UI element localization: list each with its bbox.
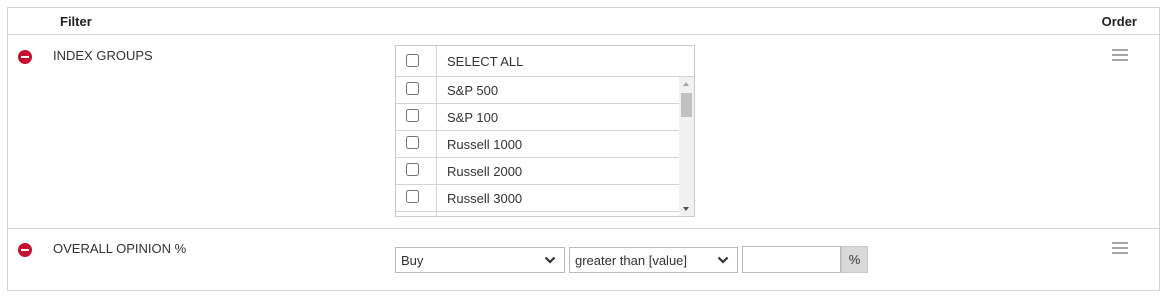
list-scrollbar[interactable] (679, 77, 694, 216)
scroll-thumb[interactable] (681, 93, 692, 117)
chevron-down-icon (717, 256, 729, 264)
checkbox-cell (396, 131, 437, 157)
scroll-up-arrow-icon[interactable] (679, 77, 694, 91)
checkbox-cell (396, 46, 437, 76)
option-checkbox[interactable] (406, 136, 419, 149)
filter-label: INDEX GROUPS (53, 48, 153, 63)
value-input[interactable] (742, 246, 841, 273)
chevron-down-icon (544, 256, 556, 264)
select-all-checkbox[interactable] (406, 54, 419, 67)
operator-selected-value: greater than [value] (575, 253, 688, 268)
option-label: Russell 3000 (447, 191, 523, 206)
list-item-partial (396, 212, 679, 216)
list-item[interactable]: S&P 100 (396, 104, 679, 131)
index-groups-listbox: SELECT ALL S&P 500 S&P 100 Russell 1000 … (395, 45, 695, 217)
option-checkbox[interactable] (406, 163, 419, 176)
filter-column-header: Filter (60, 14, 92, 29)
screener-filter-table: Filter Order INDEX GROUPS SELECT ALL S&P… (7, 7, 1160, 291)
drag-handle-icon[interactable] (1112, 242, 1128, 254)
operator-select[interactable]: greater than [value] (569, 247, 738, 273)
drag-handle-icon[interactable] (1112, 49, 1128, 61)
checkbox-cell (396, 158, 437, 184)
list-item[interactable]: Russell 2000 (396, 158, 679, 185)
table-header: Filter Order (8, 8, 1159, 35)
remove-filter-icon[interactable] (18, 50, 32, 64)
scroll-down-arrow-icon[interactable] (679, 202, 694, 216)
remove-filter-icon[interactable] (18, 243, 32, 257)
opinion-select[interactable]: Buy (395, 247, 565, 273)
options-scroll-area: S&P 500 S&P 100 Russell 1000 Russell 200… (396, 77, 679, 216)
order-column-header: Order (1101, 14, 1137, 29)
filter-label: OVERALL OPINION % (53, 241, 187, 256)
checkbox-cell (396, 212, 437, 216)
option-label: Russell 1000 (447, 137, 523, 152)
checkbox-cell (396, 185, 437, 211)
select-all-row[interactable]: SELECT ALL (396, 46, 694, 77)
option-label: S&P 500 (447, 83, 499, 98)
list-item[interactable]: Russell 3000 (396, 185, 679, 212)
opinion-selected-value: Buy (401, 253, 424, 268)
percent-unit-label: % (841, 246, 868, 273)
list-item[interactable]: S&P 500 (396, 77, 679, 104)
checkbox-cell (396, 104, 437, 130)
list-item[interactable]: Russell 1000 (396, 131, 679, 158)
select-all-label: SELECT ALL (447, 54, 524, 69)
checkbox-cell (396, 77, 437, 103)
option-label: S&P 100 (447, 110, 499, 125)
filter-row-index-groups: INDEX GROUPS SELECT ALL S&P 500 S&P 100 … (8, 35, 1159, 229)
option-checkbox[interactable] (406, 82, 419, 95)
option-checkbox[interactable] (406, 109, 419, 122)
option-checkbox[interactable] (406, 190, 419, 203)
option-label: Russell 2000 (447, 164, 523, 179)
filter-row-overall-opinion: OVERALL OPINION % Buy greater than [valu… (8, 229, 1159, 291)
